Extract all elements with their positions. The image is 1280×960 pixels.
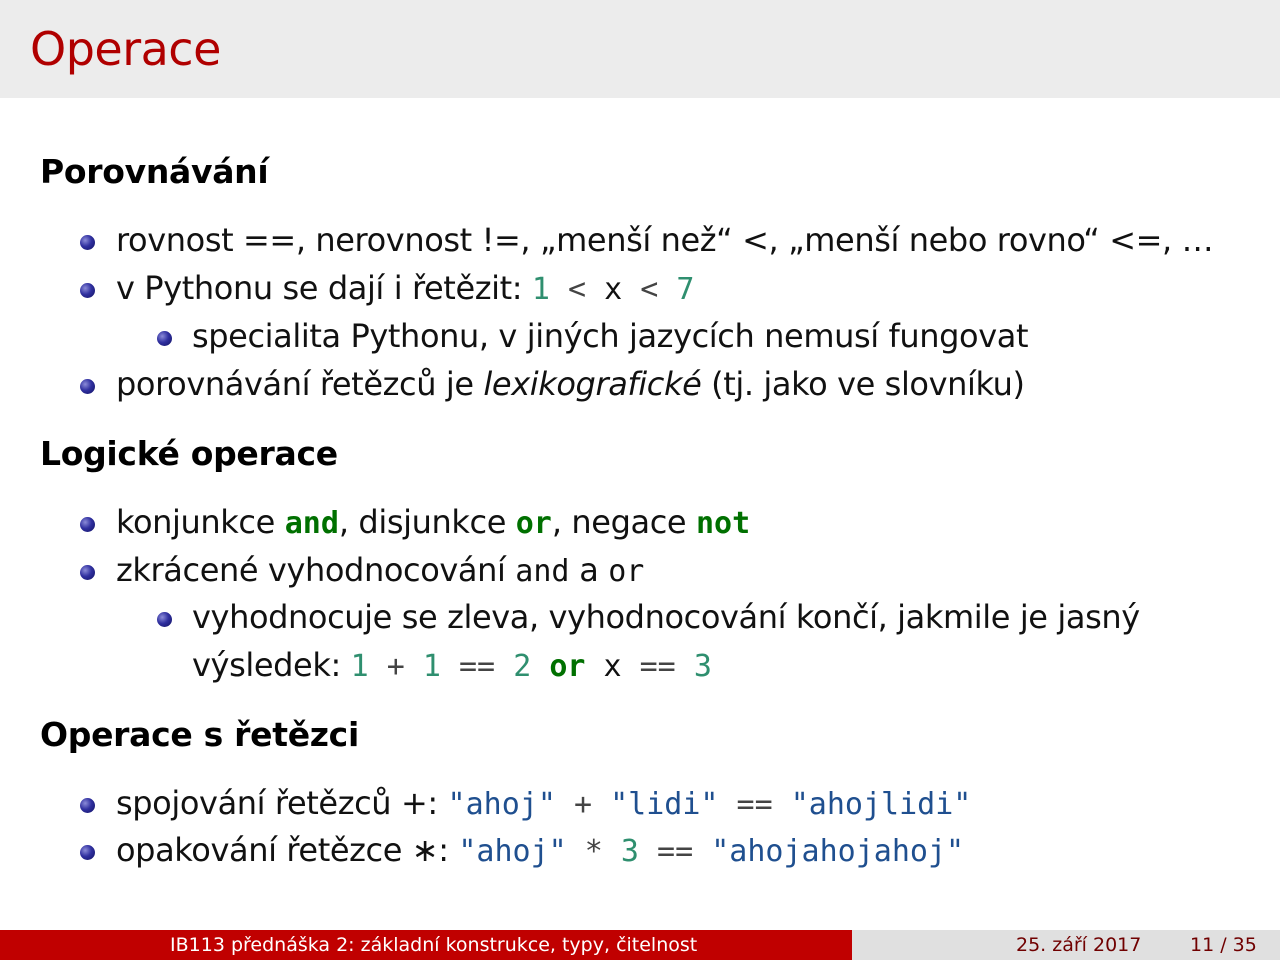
list-item-chaining: v Pythonu se dají i řetězit: 1 < x < 7 xyxy=(116,269,694,307)
footer-right: 25. září 2017 11 / 35 xyxy=(852,930,1280,960)
italic-term: lexikografické xyxy=(483,365,702,403)
footer-lecture-title: IB113 přednáška 2: základní konstrukce, … xyxy=(0,930,852,960)
keyword-not: not xyxy=(695,506,751,541)
code-token: 3 xyxy=(620,834,639,869)
bullet-icon xyxy=(80,565,95,580)
code-token: == xyxy=(639,649,676,684)
code-token: x xyxy=(603,649,622,684)
code-token: "ahojlidi" xyxy=(790,787,972,822)
bullet-icon xyxy=(80,235,95,250)
sub-bullet-icon xyxy=(157,612,172,627)
code-token: "ahojahojahoj" xyxy=(711,834,965,869)
code-token: or xyxy=(549,649,586,684)
code-token: + xyxy=(386,649,405,684)
list-item-evaluation-line1: vyhodnocuje se zleva, vyhodnocování konč… xyxy=(192,598,1140,636)
bullet-icon xyxy=(80,798,95,813)
section-heading-comparison: Porovnávání xyxy=(40,152,269,191)
list-item-evaluation-line2: výsledek: 1 + 1 == 2 or x == 3 xyxy=(192,646,712,684)
code-token: 3 xyxy=(693,649,712,684)
code-token: < xyxy=(640,272,659,307)
list-item-comparison-ops: rovnost ==, nerovnost !=, „menší než“ <,… xyxy=(116,221,1214,259)
section-heading-strings: Operace s řetězci xyxy=(40,715,359,754)
list-item-repeat: opakování řetězce ∗: "ahoj" * 3 == "ahoj… xyxy=(116,831,964,869)
bullet-icon xyxy=(80,517,95,532)
item-text: konjunkce xyxy=(116,503,285,541)
list-item-short-circuit: zkrácené vyhodnocování and a or xyxy=(116,551,644,589)
footer-date: 25. září 2017 xyxy=(1016,934,1142,956)
code-token: 1 xyxy=(531,272,550,307)
code-token: 1 xyxy=(350,649,369,684)
code-token: == xyxy=(657,834,694,869)
slide-content: Porovnávání rovnost ==, nerovnost !=, „m… xyxy=(0,0,1280,930)
code-token: 2 xyxy=(513,649,532,684)
code-token: * xyxy=(584,834,603,869)
code-token: + xyxy=(573,787,593,822)
keyword-or: or xyxy=(515,506,552,541)
bullet-icon xyxy=(80,379,95,394)
code-token: x xyxy=(604,272,623,307)
item-text: , disjunkce xyxy=(338,503,516,541)
code-and: and xyxy=(515,554,570,589)
item-text: spojování řetězců +: xyxy=(116,784,448,822)
item-text: a xyxy=(569,551,609,589)
code-token: "ahoj" xyxy=(447,787,556,822)
item-text: v Pythonu se dají i řetězit: xyxy=(116,269,532,307)
code-token: 7 xyxy=(676,272,695,307)
footer-bar: IB113 přednáška 2: základní konstrukce, … xyxy=(0,930,1280,960)
item-text: , negace xyxy=(551,503,696,541)
list-item-specialty: specialita Pythonu, v jiných jazycích ne… xyxy=(192,317,1029,355)
sub-bullet-icon xyxy=(157,331,172,346)
code-token: == xyxy=(459,649,496,684)
code-token: < xyxy=(568,272,587,307)
item-text: (tj. jako ve slovníku) xyxy=(701,365,1025,403)
list-item-logical-ops: konjunkce and, disjunkce or, negace not xyxy=(116,503,750,541)
code-token: == xyxy=(736,787,773,822)
bullet-icon xyxy=(80,283,95,298)
list-item-lexicographic: porovnávání řetězců je lexikografické (t… xyxy=(116,365,1025,403)
item-text: porovnávání řetězců je xyxy=(116,365,484,403)
section-heading-logical: Logické operace xyxy=(40,434,338,473)
item-text: opakování řetězce ∗: xyxy=(116,831,459,869)
item-text: výsledek: xyxy=(192,646,351,684)
code-or: or xyxy=(608,554,645,589)
item-text: zkrácené vyhodnocování xyxy=(116,551,516,589)
code-token: 1 xyxy=(422,649,441,684)
code-token: "lidi" xyxy=(610,787,719,822)
list-item-concat: spojování řetězců +: "ahoj" + "lidi" == … xyxy=(116,784,971,822)
keyword-and: and xyxy=(284,506,339,541)
footer-page-number: 11 / 35 xyxy=(1190,934,1257,956)
bullet-icon xyxy=(80,845,95,860)
code-token: "ahoj" xyxy=(458,834,567,869)
